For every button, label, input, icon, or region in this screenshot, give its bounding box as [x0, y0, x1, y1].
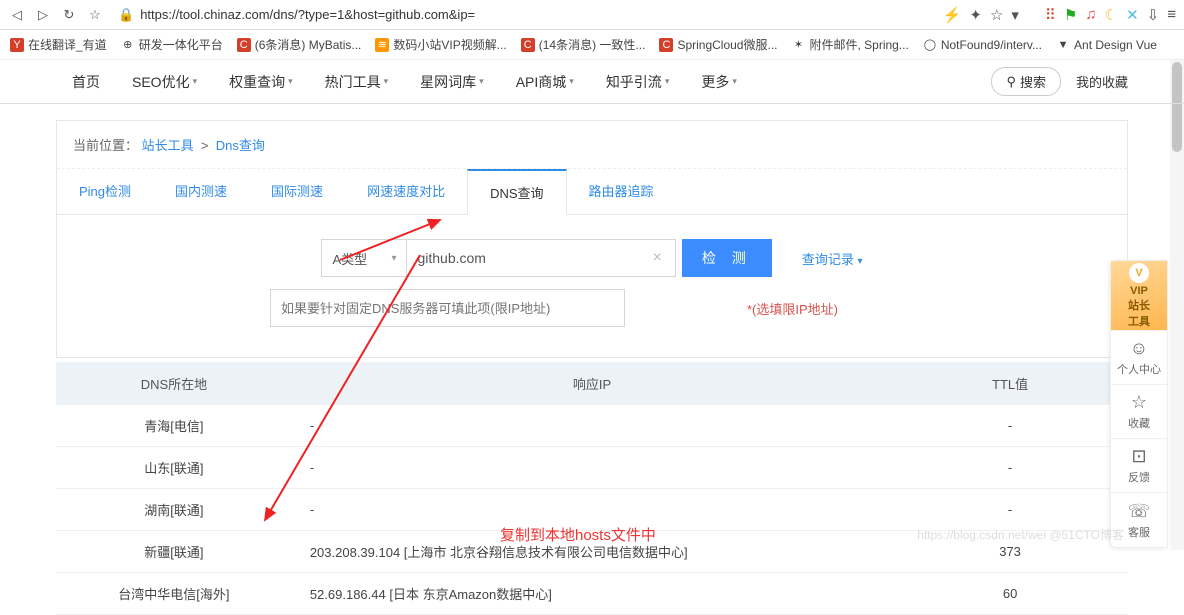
toolbar-right-icons: ⚡ ✦ ☆ ▾ ⠿ ⚑ ♫ ☾ ✕ ⇩ ≡ — [943, 6, 1176, 24]
bookmark-item[interactable]: ≋数码小站VIP视频解... — [375, 36, 506, 53]
bookmark-item[interactable]: C(14条消息) 一致性... — [521, 36, 646, 53]
bookmark-icon: C — [659, 38, 673, 52]
nav-item[interactable]: 星网词库▾ — [404, 72, 500, 92]
nav-item[interactable]: API商城▾ — [500, 72, 590, 92]
breadcrumb-tool[interactable]: 站长工具 — [142, 138, 194, 153]
back-icon[interactable]: ◁ — [8, 6, 26, 24]
caret-icon[interactable]: ▾ — [1011, 6, 1019, 24]
bookmark-icon: ⊕ — [121, 38, 135, 52]
detect-button[interactable]: 检 测 — [682, 239, 772, 277]
bookmark-icon: ▼ — [1056, 38, 1070, 52]
user-icon: ☺ — [1130, 338, 1148, 359]
bookmark-item[interactable]: ◯NotFound9/interv... — [923, 38, 1042, 52]
bookmark-item[interactable]: ▼Ant Design Vue — [1056, 38, 1157, 52]
watermark: https://blog.csdn.net/wei @51CTO博客 — [917, 526, 1124, 543]
nav-item[interactable]: 知乎引流▾ — [590, 72, 686, 92]
record-type-select[interactable]: A类型 ▾ — [321, 239, 406, 277]
bookmark-item[interactable]: ✶附件邮件, Spring... — [791, 36, 908, 53]
sub-tabs: Ping检测国内测速国际测速网速速度对比DNS查询路由器追踪 — [57, 169, 1127, 215]
bookmark-icon: ≋ — [375, 38, 389, 52]
home-icon[interactable]: ☆ — [86, 6, 104, 24]
query-form: A类型 ▾ × 检 测 查询记录 ▾ *(选填限IP地址) — [57, 215, 1127, 357]
bolt-icon[interactable]: ⚡ — [943, 6, 962, 24]
chevron-down-icon: ▾ — [857, 256, 862, 267]
nav-item[interactable]: 首页 — [56, 72, 116, 92]
ext1-icon[interactable]: ⠿ — [1045, 6, 1056, 24]
chevron-down-icon: ▾ — [732, 76, 737, 87]
vip-badge[interactable]: V VIP站长工具 — [1111, 261, 1167, 331]
subtab[interactable]: Ping检测 — [57, 169, 153, 214]
bookmark-icon: ◯ — [923, 38, 937, 52]
chevron-down-icon: ▾ — [665, 76, 670, 87]
subtab[interactable]: 路由器追踪 — [567, 169, 676, 214]
host-input[interactable] — [406, 239, 676, 277]
star-icon[interactable]: ☆ — [990, 6, 1003, 24]
subtab[interactable]: 网速速度对比 — [345, 169, 467, 214]
subtab[interactable]: 国内测速 — [153, 169, 249, 214]
bookmark-icon: Y — [10, 38, 24, 52]
ext2-icon[interactable]: ⚑ — [1064, 6, 1077, 24]
bookmark-icon: C — [521, 38, 535, 52]
bookmark-item[interactable]: ⊕研发一体化平台 — [121, 36, 223, 53]
music-icon[interactable]: ♫ — [1085, 6, 1096, 23]
breadcrumb: 当前位置： 站长工具 > Dns查询 — [57, 121, 1127, 169]
col-location: DNS所在地 — [56, 362, 292, 405]
history-link[interactable]: 查询记录 ▾ — [802, 249, 863, 268]
table-row: 台湾中华电信[海外]52.69.186.44 [日本 东京Amazon数据中心]… — [56, 573, 1128, 615]
ip-hint: *(选填限IP地址) — [747, 299, 838, 318]
table-row: 青海[电信]-- — [56, 405, 1128, 447]
breadcrumb-dns[interactable]: Dns查询 — [216, 138, 265, 153]
url-text: https://tool.chinaz.com/dns/?type=1&host… — [140, 7, 928, 22]
clear-icon[interactable]: × — [652, 249, 661, 267]
bookmark-icon: ✶ — [791, 38, 805, 52]
bookmark-icon: C — [237, 38, 251, 52]
bookmark-item[interactable]: Y在线翻译_有道 — [10, 36, 107, 53]
col-ip: 响应IP — [292, 362, 892, 405]
sparkle-icon[interactable]: ✦ — [969, 6, 982, 24]
x-icon[interactable]: ✕ — [1126, 6, 1139, 24]
moon-icon[interactable]: ☾ — [1105, 6, 1118, 24]
favorite[interactable]: ☆收藏 — [1111, 385, 1167, 439]
main-card: 当前位置： 站长工具 > Dns查询 Ping检测国内测速国际测速网速速度对比D… — [56, 120, 1128, 358]
star-icon: ☆ — [1131, 392, 1147, 413]
menu-icon[interactable]: ≡ — [1167, 6, 1176, 23]
nav-item[interactable]: 更多▾ — [685, 72, 753, 92]
table-row: 山东[联通]-- — [56, 447, 1128, 489]
support-icon: ☏ — [1128, 501, 1151, 522]
chevron-down-icon: ▾ — [391, 253, 396, 264]
forward-icon[interactable]: ▷ — [34, 6, 52, 24]
bookmark-item[interactable]: C(6条消息) MyBatis... — [237, 36, 362, 53]
nav-item[interactable]: 热门工具▾ — [309, 72, 405, 92]
feedback[interactable]: ⊡反馈 — [1111, 439, 1167, 493]
search-icon: ⚲ — [1006, 74, 1016, 90]
search-button[interactable]: ⚲搜索 — [991, 67, 1061, 96]
nav-item[interactable]: SEO优化▾ — [116, 72, 213, 92]
chevron-down-icon: ▾ — [193, 76, 198, 87]
side-float-panel: V VIP站长工具 ☺个人中心 ☆收藏 ⊡反馈 ☏客服 — [1110, 260, 1168, 548]
user-center[interactable]: ☺个人中心 — [1111, 331, 1167, 385]
browser-toolbar: ◁ ▷ ↻ ☆ 🔒 https://tool.chinaz.com/dns/?t… — [0, 0, 1184, 30]
subtab[interactable]: 国际测速 — [249, 169, 345, 214]
subtab[interactable]: DNS查询 — [467, 169, 566, 215]
reload-icon[interactable]: ↻ — [60, 6, 78, 24]
bookmarks-bar: Y在线翻译_有道 ⊕研发一体化平台 C(6条消息) MyBatis... ≋数码小站V… — [0, 30, 1184, 60]
url-bar[interactable]: 🔒 https://tool.chinaz.com/dns/?type=1&ho… — [118, 7, 929, 23]
dns-results-table: DNS所在地 响应IP TTL值 青海[电信]--山东[联通]--湖南[联通]-… — [56, 362, 1128, 615]
bookmark-item[interactable]: CSpringCloud微服... — [659, 36, 777, 53]
lock-icon: 🔒 — [118, 7, 134, 23]
my-favorites-link[interactable]: 我的收藏 — [1076, 72, 1128, 91]
download-icon[interactable]: ⇩ — [1147, 6, 1160, 24]
chevron-down-icon: ▾ — [384, 76, 389, 87]
feedback-icon: ⊡ — [1131, 446, 1146, 467]
table-row: 湖南[联通]-- — [56, 489, 1128, 531]
chevron-down-icon: ▾ — [569, 76, 574, 87]
chevron-down-icon: ▾ — [288, 76, 293, 87]
ip-input[interactable] — [270, 289, 625, 327]
nav-item[interactable]: 权重查询▾ — [213, 72, 309, 92]
top-nav: 首页SEO优化▾权重查询▾热门工具▾星网词库▾API商城▾知乎引流▾更多▾ ⚲搜… — [0, 60, 1184, 104]
col-ttl: TTL值 — [892, 362, 1128, 405]
chevron-down-icon: ▾ — [479, 76, 484, 87]
